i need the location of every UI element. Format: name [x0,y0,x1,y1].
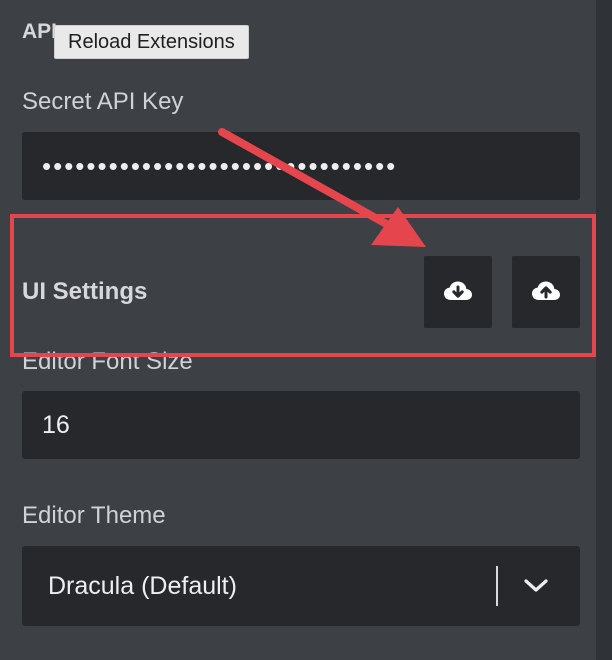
cloud-download-icon [444,281,472,300]
ui-settings-title: UI Settings [22,278,148,305]
upload-settings-button[interactable] [512,256,580,328]
api-section-title: API [22,20,58,43]
secret-api-key-label: Secret API Key [22,88,184,115]
reload-extensions-tooltip: Reload Extensions [54,25,249,59]
scrollbar-track[interactable] [596,0,612,660]
chevron-down-icon[interactable] [516,566,556,606]
editor-font-size-label: Editor Font Size [22,348,193,375]
editor-theme-selected: Dracula (Default) [48,571,237,600]
settings-panel: API Reload Extensions Secret API Key •••… [0,0,596,660]
secret-api-key-value: •••••••••••••••••••••••••••••••• [42,150,398,181]
cloud-upload-icon [532,281,560,300]
editor-font-size-input[interactable]: 16 [22,391,580,459]
editor-theme-label: Editor Theme [22,502,166,529]
select-separator [496,566,498,606]
editor-theme-select[interactable]: Dracula (Default) [22,546,580,626]
secret-api-key-input[interactable]: •••••••••••••••••••••••••••••••• [22,132,580,200]
editor-font-size-value: 16 [42,410,70,439]
download-settings-button[interactable] [424,256,492,328]
